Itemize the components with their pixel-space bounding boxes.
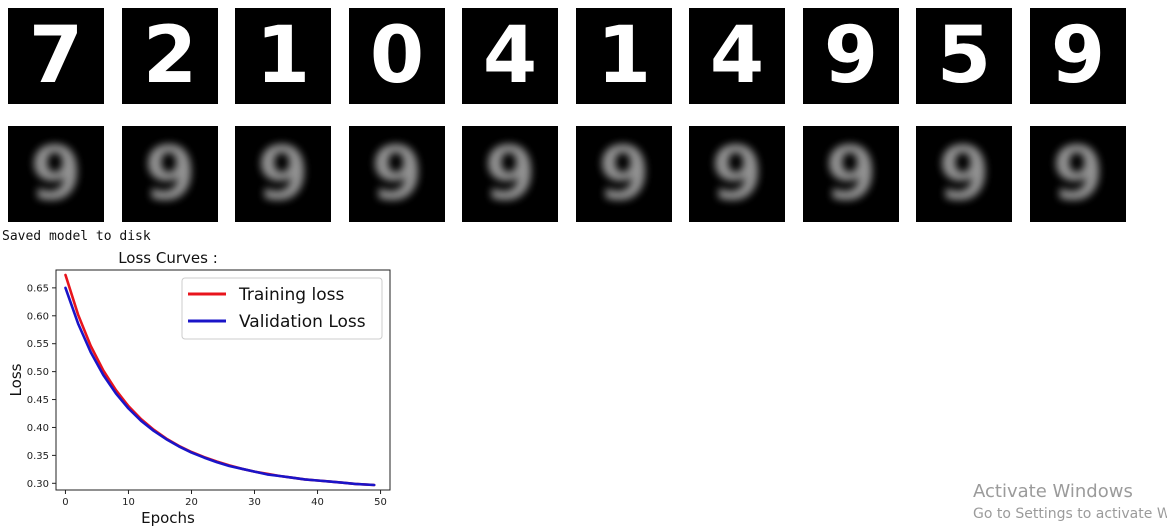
reconstructed-image-digit: 9: [484, 131, 536, 217]
x-axis-title: Epochs: [141, 509, 195, 527]
reconstructed-image-tile: 9: [689, 126, 785, 222]
original-image-tile: 1: [235, 8, 331, 104]
reconstructed-image-tile: 9: [122, 126, 218, 222]
original-image-digit: 2: [142, 11, 198, 101]
original-image-digit: 4: [709, 11, 765, 101]
reconstructed-image-tile: 9: [916, 126, 1012, 222]
original-image-digit: 5: [936, 11, 992, 101]
y-tick-label: 0.65: [27, 283, 49, 294]
loss-curves-chart: Loss Curves : 0.30 0.35 0.40 0.45 0.50 0.55 0.6…: [7, 249, 391, 527]
reconstructed-image-digit: 9: [825, 131, 877, 217]
reconstructed-image-digit: 9: [30, 131, 82, 217]
y-tick-label: 0.60: [27, 311, 49, 322]
original-image-tile: 0: [349, 8, 445, 104]
legend-label: Training loss: [238, 285, 344, 305]
reconstructed-image-digit: 9: [598, 131, 650, 217]
reconstructed-image-digit: 9: [938, 131, 990, 217]
reconstructed-image-digit: 9: [257, 131, 309, 217]
reconstructed-image-digit: 9: [144, 131, 196, 217]
y-axis-title: Loss: [7, 363, 25, 396]
chart-title: Loss Curves :: [118, 249, 218, 267]
y-tick-label: 0.45: [27, 395, 49, 406]
original-image-digit: 7: [28, 11, 84, 101]
reconstructed-image-digit: 9: [371, 131, 423, 217]
original-image-digit: 9: [823, 11, 879, 101]
reconstructed-image-tile: 9: [349, 126, 445, 222]
x-tick-label: 10: [122, 497, 135, 508]
original-image-digit: 1: [255, 11, 311, 101]
x-tick-label: 30: [248, 497, 261, 508]
reconstructed-image-tile: 9: [803, 126, 899, 222]
original-image-tile: 9: [1030, 8, 1126, 104]
original-image-tile: 1: [576, 8, 672, 104]
x-tick-label: 0: [62, 497, 68, 508]
original-image-digit: 4: [482, 11, 538, 101]
x-tick-label: 40: [311, 497, 324, 508]
original-image-digit: 9: [1050, 11, 1106, 101]
y-tick-label: 0.35: [27, 451, 49, 462]
reconstructed-image-digit: 9: [711, 131, 763, 217]
x-tick-label: 50: [374, 497, 387, 508]
reconstructed-image-tile: 9: [462, 126, 558, 222]
reconstructed-image-tile: 9: [576, 126, 672, 222]
reconstructed-image-tile: 9: [8, 126, 104, 222]
y-tick-label: 0.30: [27, 479, 49, 490]
reconstructed-image-tile: 9: [1030, 126, 1126, 222]
original-image-tile: 7: [8, 8, 104, 104]
watermark-title: Activate Windows: [973, 481, 1133, 502]
original-image-tile: 5: [916, 8, 1012, 104]
y-tick-label: 0.50: [27, 367, 49, 378]
reconstructed-image-digit: 9: [1052, 131, 1104, 217]
original-image-tile: 4: [689, 8, 785, 104]
legend-label: Validation Loss: [239, 312, 366, 332]
watermark-subtitle: Go to Settings to activate Wi: [973, 506, 1167, 522]
reconstructed-image-tile: 9: [235, 126, 331, 222]
activate-windows-watermark: Activate Windows Go to Settings to activ…: [973, 481, 1167, 522]
y-tick-label: 0.40: [27, 423, 49, 434]
original-image-tile: 2: [122, 8, 218, 104]
x-tick-label: 20: [185, 497, 198, 508]
original-image-digit: 1: [596, 11, 652, 101]
y-tick-label: 0.55: [27, 339, 49, 350]
original-image-tile: 4: [462, 8, 558, 104]
original-image-digit: 0: [369, 11, 425, 101]
saved-model-status: Saved model to disk: [2, 229, 151, 244]
original-image-tile: 9: [803, 8, 899, 104]
chart-legend: Training loss Validation Loss: [181, 277, 383, 340]
